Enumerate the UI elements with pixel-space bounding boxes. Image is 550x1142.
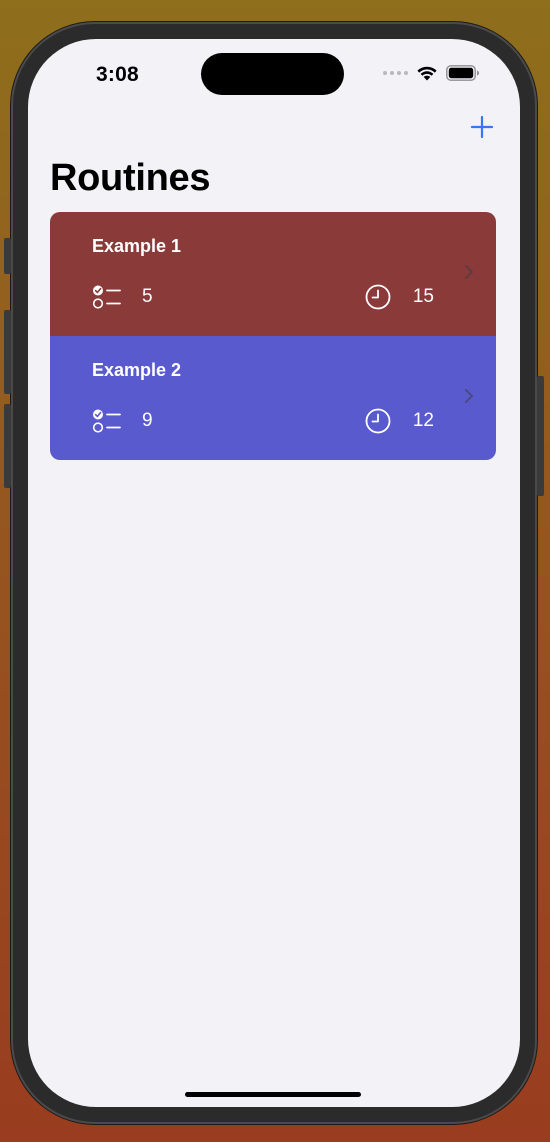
routine-row-example-2[interactable]: Example 2 9 12 <box>50 336 496 460</box>
power-button <box>537 376 544 496</box>
routine-name: Example 1 <box>92 236 182 256</box>
status-time: 3:08 <box>96 63 139 86</box>
home-indicator[interactable] <box>185 1092 361 1097</box>
task-count-stat: 5 <box>92 284 153 310</box>
clock-icon <box>365 284 391 310</box>
chevron-right-icon <box>465 265 473 279</box>
page-title: Routines <box>50 157 211 199</box>
volume-up-button <box>4 310 11 394</box>
plus-icon <box>470 115 494 139</box>
task-count: 9 <box>142 410 153 431</box>
task-count: 5 <box>142 286 153 307</box>
battery-icon <box>446 65 479 81</box>
checklist-icon <box>92 409 121 433</box>
routine-name: Example 2 <box>92 360 182 380</box>
action-button <box>4 238 11 274</box>
duration-stat: 12 <box>365 408 434 434</box>
duration-minutes: 15 <box>412 286 434 307</box>
clock-icon <box>365 408 391 434</box>
duration-stat: 15 <box>365 284 434 310</box>
cellular-signal-icon <box>383 71 408 75</box>
chevron-right-icon <box>465 389 473 403</box>
dynamic-island <box>201 53 344 95</box>
routine-list: Example 1 5 15 Example 2 9 12 <box>50 212 496 460</box>
status-indicators <box>383 65 480 81</box>
routine-row-example-1[interactable]: Example 1 5 15 <box>50 212 496 336</box>
checklist-icon <box>92 285 121 309</box>
duration-minutes: 12 <box>412 410 434 431</box>
add-routine-button[interactable] <box>470 115 494 139</box>
screen: 3:08 Routines Example 1 5 15 Example 2 9… <box>28 39 520 1107</box>
task-count-stat: 9 <box>92 408 153 434</box>
volume-down-button <box>4 404 11 488</box>
wifi-icon <box>417 66 437 81</box>
